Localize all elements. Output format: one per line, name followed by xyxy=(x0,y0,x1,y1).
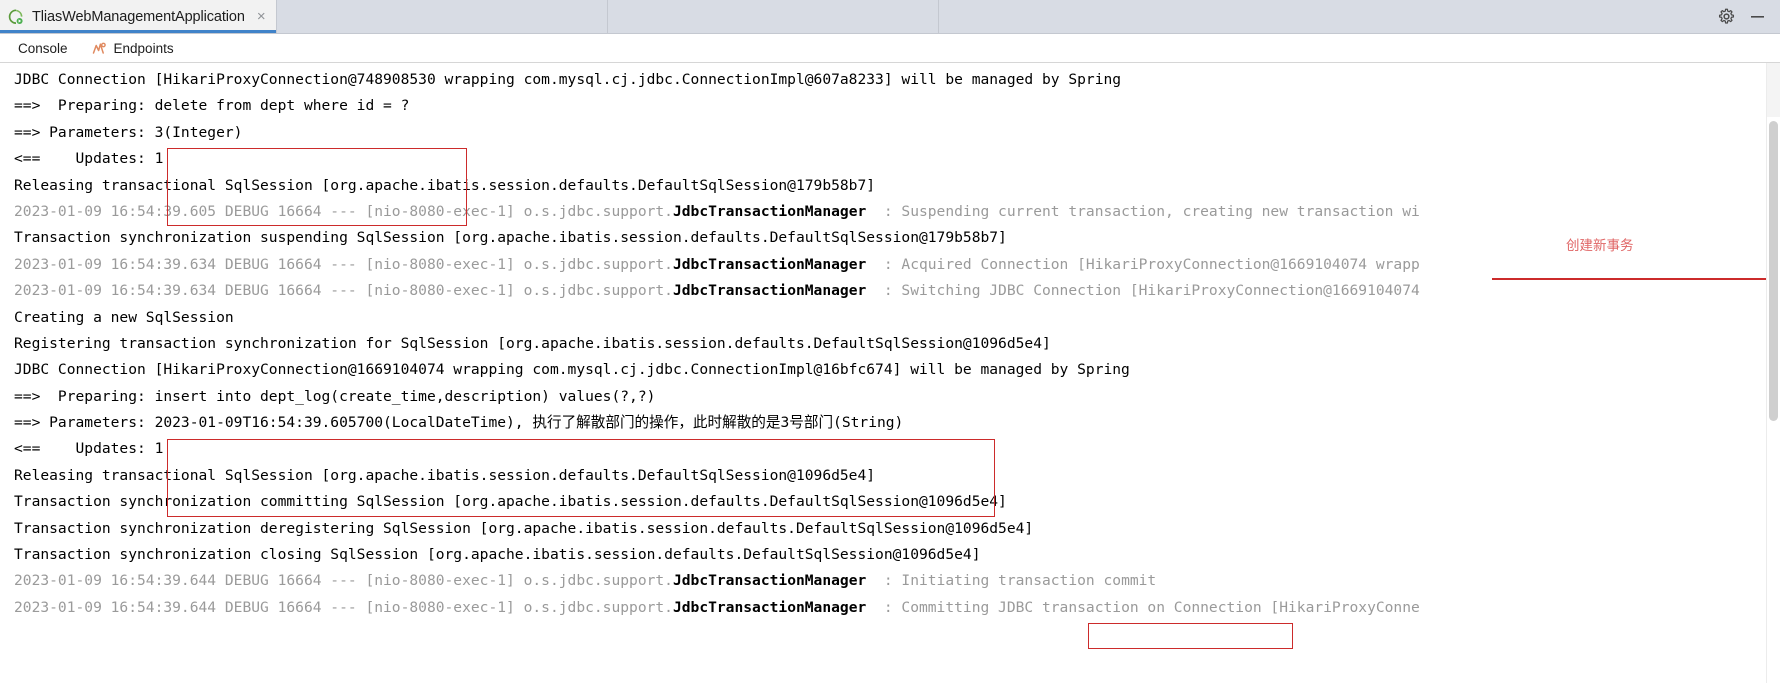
console-line: Transaction synchronization suspending S… xyxy=(14,225,1780,251)
tab-console[interactable]: Console xyxy=(6,34,80,62)
console-line-segment: JdbcTransactionManager xyxy=(672,255,867,273)
console-line-segment: ==> Parameters: 2023-01-09T16:54:39.6057… xyxy=(14,414,904,432)
console-line: 2023-01-09 16:54:39.644 DEBUG 16664 --- … xyxy=(14,595,1780,621)
console-line-segment: ==> Preparing: insert into dept_log(crea… xyxy=(14,387,656,405)
console-line-segment: : Committing JDBC transaction on Connect… xyxy=(866,598,1420,616)
console-line-segment: : Initiating transaction commit xyxy=(866,572,1157,590)
console-output-panel[interactable]: JDBC Connection [HikariProxyConnection@7… xyxy=(0,63,1780,683)
tabstrip-filler xyxy=(938,0,1708,33)
annotation-create-new-transaction: 创建新事务 xyxy=(1566,238,1634,254)
console-line-segment: 2023-01-09 16:54:39.644 DEBUG 16664 --- … xyxy=(14,572,673,590)
gear-icon[interactable] xyxy=(1718,8,1735,25)
console-line-segment: 2023-01-09 16:54:39.605 DEBUG 16664 --- … xyxy=(14,202,673,220)
console-line: 2023-01-09 16:54:39.605 DEBUG 16664 --- … xyxy=(14,199,1780,225)
console-line: 2023-01-09 16:54:39.634 DEBUG 16664 --- … xyxy=(14,278,1780,304)
console-line: Releasing transactional SqlSession [org.… xyxy=(14,173,1780,199)
console-line-segment: Releasing transactional SqlSession [org.… xyxy=(14,176,876,194)
console-line: Transaction synchronization closing SqlS… xyxy=(14,542,1780,568)
spring-boot-run-icon xyxy=(8,8,24,25)
console-line: Releasing transactional SqlSession [org.… xyxy=(14,463,1780,489)
console-line-segment: 2023-01-09 16:54:39.644 DEBUG 16664 --- … xyxy=(14,598,673,616)
tool-window-controls xyxy=(1708,0,1780,33)
tabstrip-segment-1 xyxy=(276,0,608,33)
console-line-segment: Releasing transactional SqlSession [org.… xyxy=(14,466,876,484)
scrollbar-track-top xyxy=(1767,63,1780,117)
console-line: JDBC Connection [HikariProxyConnection@1… xyxy=(14,357,1780,383)
endpoints-tab-label: Endpoints xyxy=(113,40,174,56)
console-line-segment: 2023-01-09 16:54:39.634 DEBUG 16664 --- … xyxy=(14,282,673,300)
console-line-segment: JDBC Connection [HikariProxyConnection@1… xyxy=(14,361,1130,379)
console-line-segment: JdbcTransactionManager xyxy=(672,572,867,590)
minimize-icon[interactable] xyxy=(1749,8,1766,25)
console-line-segment: <== Updates: 1 xyxy=(14,440,164,458)
console-line-segment: JdbcTransactionManager xyxy=(672,598,867,616)
run-configuration-name: TliasWebManagementApplication xyxy=(32,8,245,25)
annotation-box-transaction-commit xyxy=(1088,623,1293,649)
console-line-segment: JdbcTransactionManager xyxy=(672,202,867,220)
console-line-segment: Transaction synchronization deregisterin… xyxy=(14,519,1034,537)
console-line-segment: 2023-01-09 16:54:39.634 DEBUG 16664 --- … xyxy=(14,255,673,273)
tab-endpoints[interactable]: Endpoints xyxy=(80,34,186,62)
console-line-segment: Transaction synchronization closing SqlS… xyxy=(14,546,981,564)
console-line: JDBC Connection [HikariProxyConnection@7… xyxy=(14,67,1780,93)
console-line: ==> Parameters: 2023-01-09T16:54:39.6057… xyxy=(14,410,1780,436)
console-line-segment: <== Updates: 1 xyxy=(14,150,164,168)
console-line-segment: ==> Parameters: 3(Integer) xyxy=(14,123,243,141)
console-line-segment: Transaction synchronization committing S… xyxy=(14,493,1007,511)
console-tab-label: Console xyxy=(18,40,68,56)
console-line: ==> Parameters: 3(Integer) xyxy=(14,120,1780,146)
console-line: Creating a new SqlSession xyxy=(14,305,1780,331)
console-line-segment: Creating a new SqlSession xyxy=(14,308,234,326)
console-line-segment: ==> Preparing: delete from dept where id… xyxy=(14,97,410,115)
endpoints-icon xyxy=(92,41,107,56)
close-icon[interactable]: × xyxy=(257,9,266,24)
console-line-segment: Registering transaction synchronization … xyxy=(14,334,1051,352)
console-line: Transaction synchronization committing S… xyxy=(14,489,1780,515)
console-line: <== Updates: 1 xyxy=(14,146,1780,172)
ide-run-window: TliasWebManagementApplication × Console xyxy=(0,0,1780,683)
console-line: ==> Preparing: delete from dept where id… xyxy=(14,93,1780,119)
console-line: <== Updates: 1 xyxy=(14,436,1780,462)
run-configuration-tab[interactable]: TliasWebManagementApplication × xyxy=(0,0,277,33)
console-line: 2023-01-09 16:54:39.644 DEBUG 16664 --- … xyxy=(14,568,1780,594)
console-line-segment: : Acquired Connection [HikariProxyConnec… xyxy=(866,255,1420,273)
console-line-segment: : Suspending current transaction, creati… xyxy=(866,202,1420,220)
tabstrip-segment-2 xyxy=(607,0,939,33)
console-line: Transaction synchronization deregisterin… xyxy=(14,516,1780,542)
run-tool-window-tabstrip: TliasWebManagementApplication × xyxy=(0,0,1780,34)
scrollbar-thumb[interactable] xyxy=(1769,121,1778,421)
console-line-segment: JdbcTransactionManager xyxy=(672,282,867,300)
console-line-segment: : Switching JDBC Connection [HikariProxy… xyxy=(866,282,1420,300)
console-line-segment: Transaction synchronization suspending S… xyxy=(14,229,1007,247)
console-line: 2023-01-09 16:54:39.634 DEBUG 16664 --- … xyxy=(14,252,1780,278)
console-vertical-scrollbar[interactable] xyxy=(1766,63,1780,683)
console-subtabs: Console Endpoints xyxy=(0,34,1780,63)
console-line-segment: JDBC Connection [HikariProxyConnection@7… xyxy=(14,71,1122,88)
console-text: JDBC Connection [HikariProxyConnection@7… xyxy=(0,63,1780,621)
console-line: ==> Preparing: insert into dept_log(crea… xyxy=(14,384,1780,410)
console-line: Registering transaction synchronization … xyxy=(14,331,1780,357)
